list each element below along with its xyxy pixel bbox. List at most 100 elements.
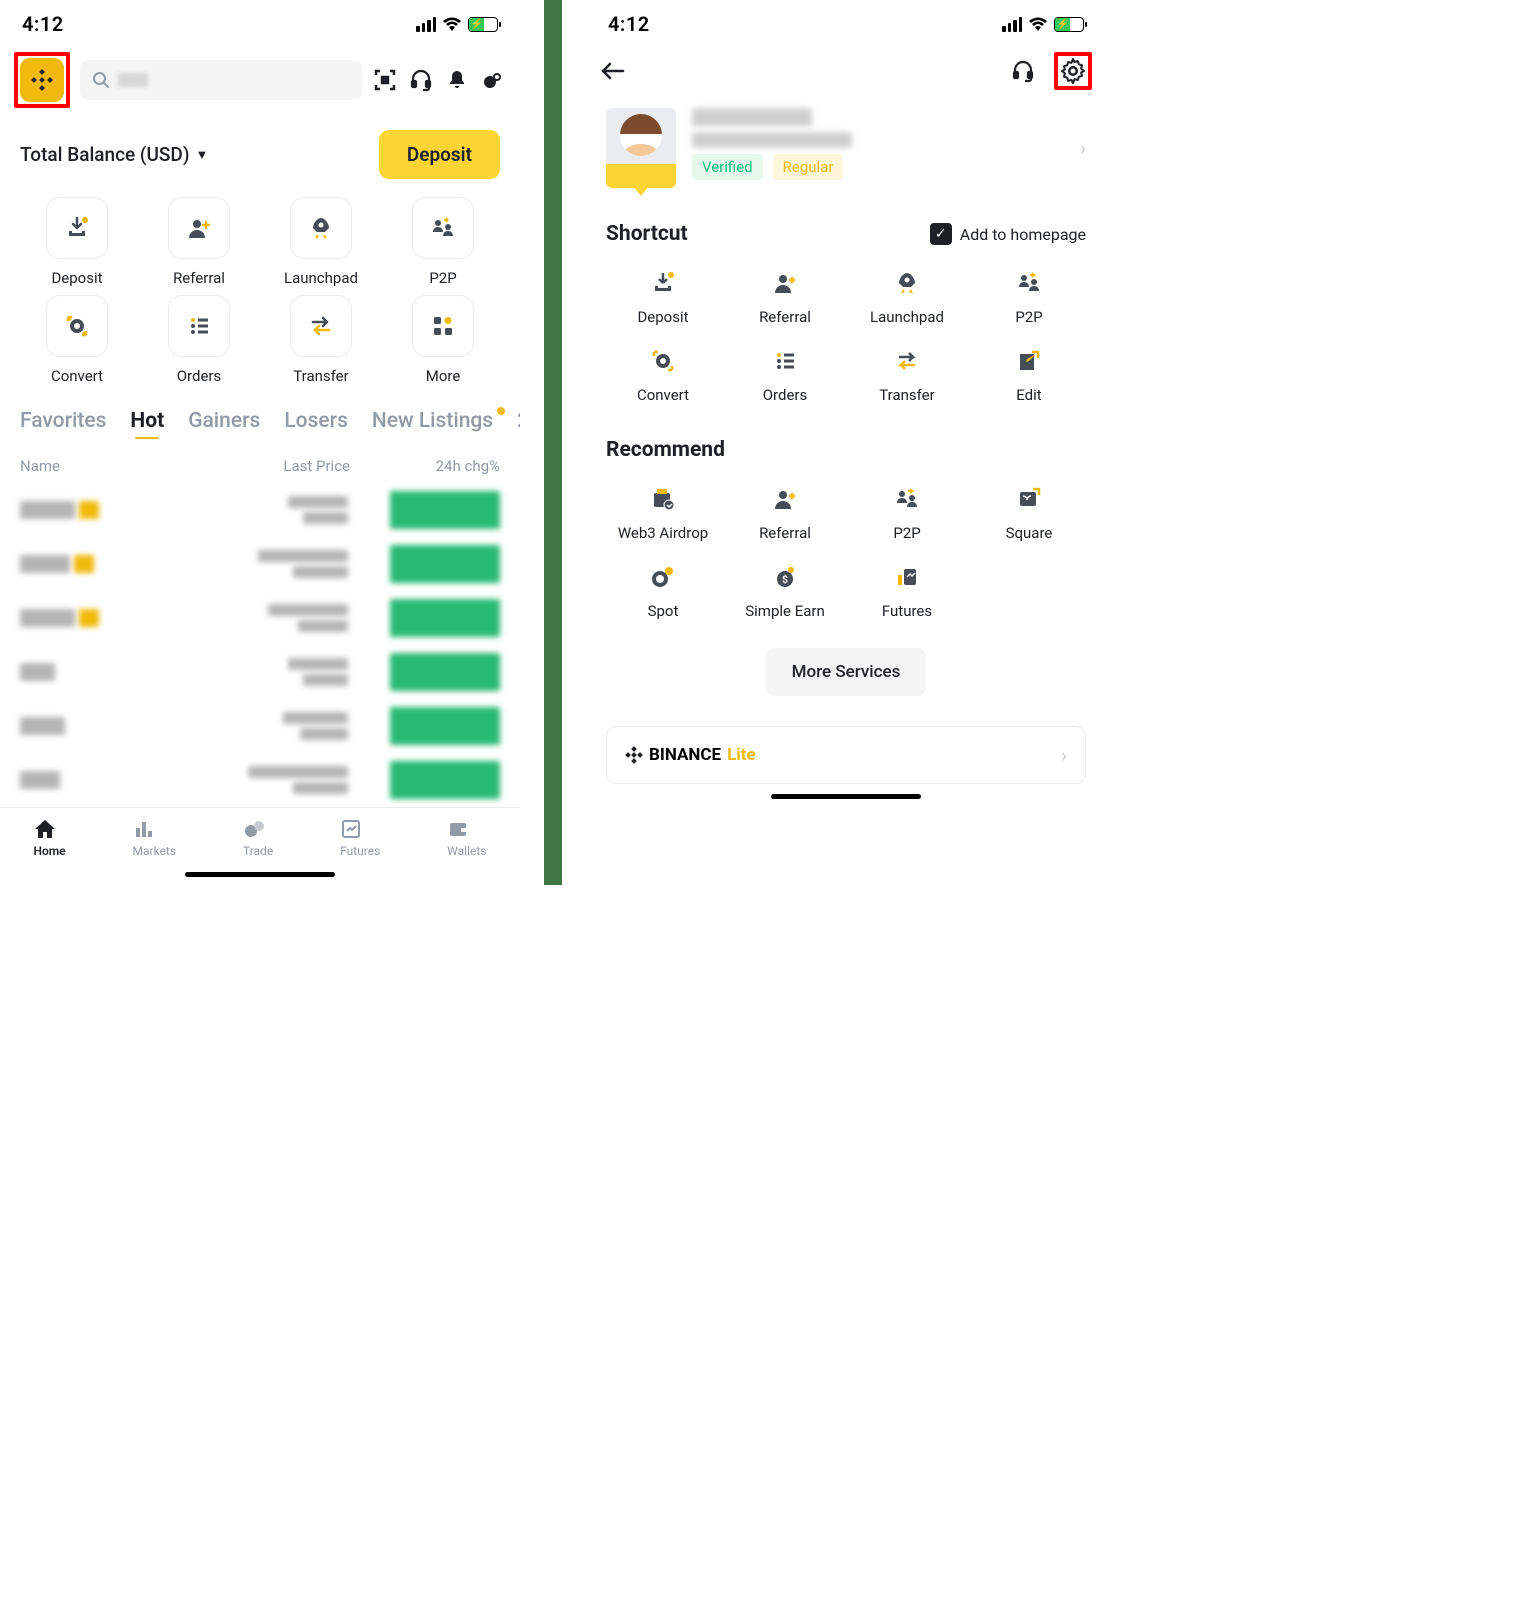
top-header (0, 44, 520, 116)
highlight-box (1054, 52, 1092, 90)
bottom-nav: Home Markets Trade Futures Wallets (0, 807, 520, 862)
dot-indicator-icon (497, 407, 505, 415)
wifi-icon (1028, 17, 1048, 32)
clock: 4:12 (608, 12, 650, 36)
rec-web3[interactable]: Web3 Airdrop (606, 482, 720, 542)
headset-icon[interactable] (1010, 58, 1036, 84)
search-input[interactable] (80, 60, 362, 100)
shortcut-transfer[interactable]: Transfer (264, 295, 378, 385)
market-tabs: Favorites Hot Gainers Losers New Listing… (0, 395, 520, 439)
verified-badge: Verified (692, 154, 763, 180)
signal-icon (416, 17, 436, 32)
shortcut-p2p[interactable]: P2P (386, 197, 500, 287)
home-indicator (771, 794, 921, 799)
status-bar: 4:12 ⚡ (0, 0, 520, 44)
binance-diamond-icon (625, 746, 643, 764)
avatar (606, 108, 676, 188)
shortcut-title: Shortcut (606, 222, 688, 246)
shortcut-grid: Deposit Referral Launchpad P2P Convert O… (0, 187, 520, 395)
deposit-button[interactable]: Deposit (379, 130, 500, 179)
nav-home[interactable]: Home (33, 818, 65, 858)
tab-gainers[interactable]: Gainers (188, 409, 260, 433)
rec-spot[interactable]: Spot (606, 560, 720, 620)
futures-icon (340, 818, 380, 840)
table-row[interactable] (0, 591, 520, 645)
table-row[interactable] (0, 753, 520, 807)
rec-futures[interactable]: Futures (850, 560, 964, 620)
tab-more[interactable]: 2 (517, 409, 520, 433)
settings-button[interactable] (1060, 58, 1086, 84)
table-row[interactable] (0, 537, 520, 591)
screenshot-separator (544, 0, 562, 885)
battery-icon: ⚡ (468, 17, 498, 32)
clock: 4:12 (22, 12, 64, 36)
shortcut-transfer[interactable]: Transfer (850, 344, 964, 404)
trade-icon (243, 818, 273, 840)
nav-markets[interactable]: Markets (133, 818, 177, 858)
table-row[interactable] (0, 699, 520, 753)
rec-p2p[interactable]: P2P (850, 482, 964, 542)
table-header: Name Last Price 24h chg% (0, 439, 520, 483)
nav-futures[interactable]: Futures (340, 818, 380, 858)
tab-losers[interactable]: Losers (284, 409, 348, 433)
profile-card[interactable]: Verified Regular › (586, 98, 1106, 198)
shortcut-p2p[interactable]: P2P (972, 266, 1086, 326)
highlight-box (14, 52, 70, 108)
shortcut-more[interactable]: More (386, 295, 500, 385)
chevron-down-icon: ▼ (195, 147, 208, 163)
checkbox-checked-icon: ✓ (930, 223, 952, 245)
regular-badge: Regular (773, 154, 844, 180)
home-icon (33, 818, 65, 840)
back-button[interactable] (600, 61, 626, 81)
chevron-right-icon: › (1061, 743, 1067, 767)
wifi-icon (442, 17, 462, 32)
shortcut-launchpad[interactable]: Launchpad (850, 266, 964, 326)
col-price: Last Price (200, 457, 350, 475)
rec-square[interactable]: Square (972, 482, 1086, 542)
add-homepage-checkbox[interactable]: ✓ Add to homepage (930, 223, 1086, 245)
binance-logo-icon[interactable] (20, 58, 64, 102)
shortcut-grid: Deposit Referral Launchpad P2P Convert O… (586, 256, 1106, 414)
tab-favorites[interactable]: Favorites (20, 409, 106, 433)
shortcut-edit[interactable]: Edit (972, 344, 1086, 404)
col-name: Name (20, 457, 200, 475)
shortcut-orders[interactable]: Orders (142, 295, 256, 385)
shortcut-referral[interactable]: Referral (728, 266, 842, 326)
home-screen: 4:12 ⚡ (0, 0, 520, 885)
table-row[interactable] (0, 483, 520, 537)
bell-icon[interactable] (444, 67, 470, 93)
recommend-grid: Web3 Airdrop Referral P2P Square Spot $S… (586, 472, 1106, 630)
home-indicator (185, 872, 335, 877)
chart-icon (133, 818, 177, 840)
signal-icon (1002, 17, 1022, 32)
rec-simple-earn[interactable]: $Simple Earn (728, 560, 842, 620)
chevron-right-icon: › (1080, 136, 1086, 160)
more-services-button[interactable]: More Services (766, 648, 927, 696)
shortcut-orders[interactable]: Orders (728, 344, 842, 404)
scan-icon[interactable] (372, 67, 398, 93)
recommend-title: Recommend (606, 438, 725, 462)
nav-trade[interactable]: Trade (243, 818, 273, 858)
balance-label[interactable]: Total Balance (USD) ▼ (20, 143, 208, 166)
status-bar: 4:12 ⚡ (586, 0, 1106, 44)
headset-icon[interactable] (408, 67, 434, 93)
coin-icon[interactable] (480, 67, 506, 93)
tab-hot[interactable]: Hot (130, 409, 164, 433)
shortcut-referral[interactable]: Referral (142, 197, 256, 287)
svg-text:$: $ (782, 573, 788, 586)
rec-referral[interactable]: Referral (728, 482, 842, 542)
shortcut-deposit[interactable]: Deposit (606, 266, 720, 326)
shortcut-convert[interactable]: Convert (606, 344, 720, 404)
binance-lite-card[interactable]: BINANCE Lite › (606, 726, 1086, 784)
table-row[interactable] (0, 645, 520, 699)
nav-wallets[interactable]: Wallets (447, 818, 486, 858)
profile-screen: 4:12 ⚡ (586, 0, 1106, 885)
tab-new-listings[interactable]: New Listings (372, 409, 493, 433)
shortcut-convert[interactable]: Convert (20, 295, 134, 385)
battery-icon: ⚡ (1054, 17, 1084, 32)
col-change: 24h chg% (350, 457, 500, 475)
wallet-icon (447, 818, 486, 840)
shortcut-deposit[interactable]: Deposit (20, 197, 134, 287)
search-icon (92, 71, 110, 89)
shortcut-launchpad[interactable]: Launchpad (264, 197, 378, 287)
